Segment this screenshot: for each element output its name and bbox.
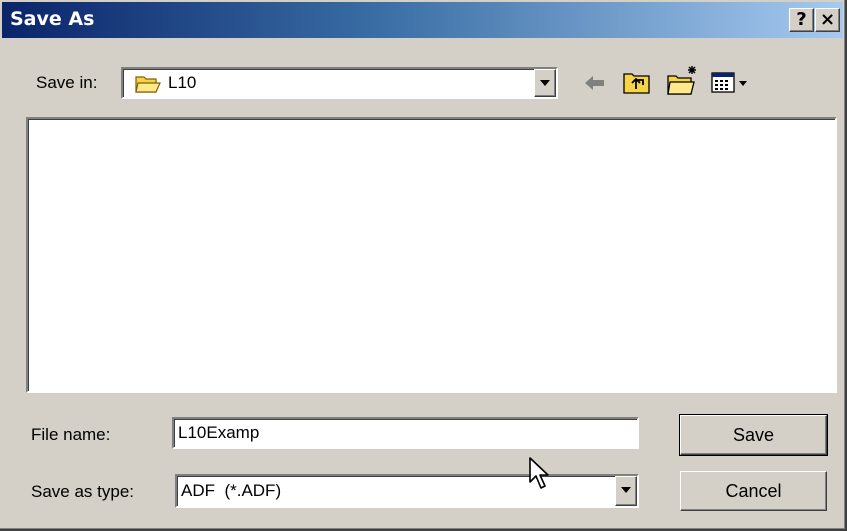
save-as-type-dropdown-button[interactable] (615, 476, 637, 506)
file-list[interactable] (26, 117, 837, 393)
title-bar[interactable]: Save As ? × (2, 2, 843, 38)
cancel-button[interactable]: Cancel (680, 471, 827, 511)
new-folder-icon[interactable] (666, 64, 700, 96)
save-in-label: Save in: (36, 73, 98, 92)
mouse-cursor-icon (529, 457, 549, 489)
up-folder-icon[interactable] (622, 68, 652, 96)
close-button[interactable]: × (815, 8, 840, 32)
view-menu-icon[interactable] (711, 71, 751, 95)
folder-icon (135, 76, 161, 93)
file-name-label: File name: (31, 425, 111, 444)
file-name-value: L10Examp (178, 423, 260, 442)
file-name-input[interactable]: L10Examp (172, 417, 639, 449)
back-arrow-icon[interactable] (583, 72, 607, 94)
save-as-type-combo[interactable]: ADF (*.ADF) (175, 474, 639, 508)
help-button[interactable]: ? (789, 8, 814, 32)
save-as-type-value: ADF (*.ADF) (181, 481, 282, 500)
save-in-folder: L10 (168, 73, 197, 92)
save-in-dropdown-button[interactable] (534, 69, 556, 97)
save-as-type-label: Save as type: (31, 482, 135, 501)
save-in-combo[interactable]: L10 (121, 67, 558, 99)
window-title: Save As (10, 8, 95, 30)
save-button[interactable]: Save (679, 414, 828, 456)
save-as-dialog: Save As ? × Save in: L10 File name: L10E… (0, 0, 847, 531)
